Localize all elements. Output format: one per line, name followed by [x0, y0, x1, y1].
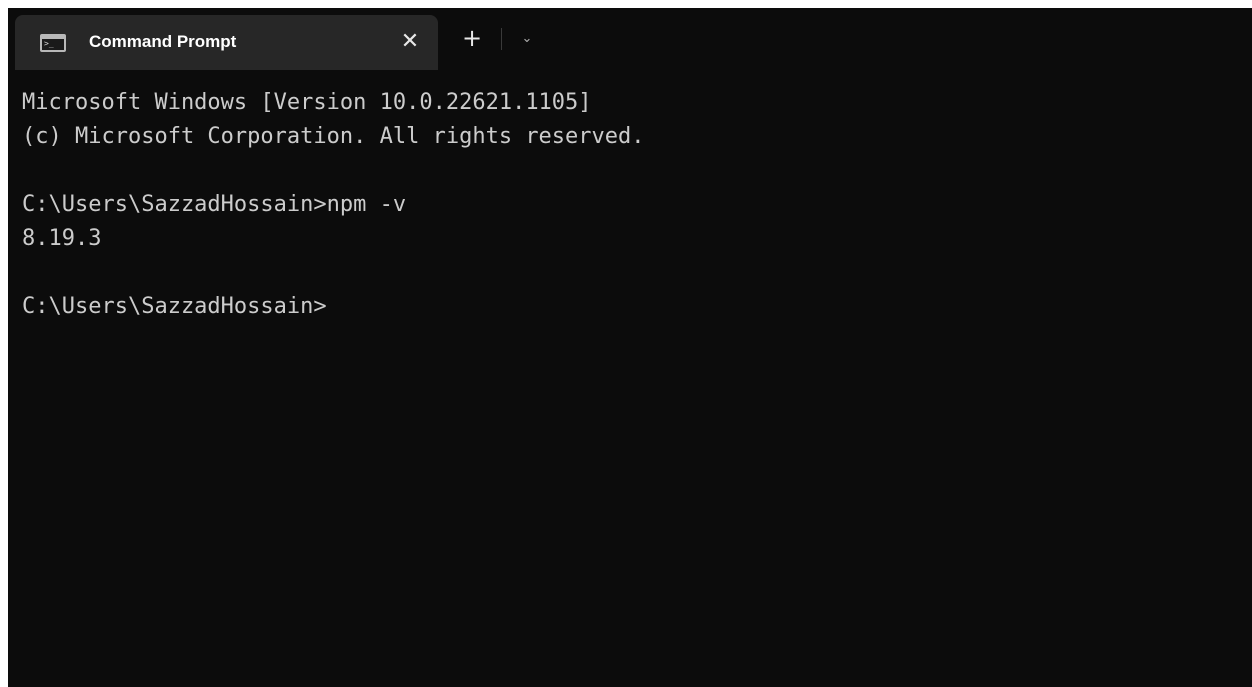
terminal-line: (c) Microsoft Corporation. All rights re… [22, 124, 645, 149]
new-tab-button[interactable]: + [459, 25, 485, 51]
terminal-line: C:\Users\SazzadHossain>npm -v [22, 192, 407, 217]
tab-command-prompt[interactable]: >_ Command Prompt ✕ [15, 15, 438, 70]
tab-divider [501, 28, 502, 50]
title-bar: >_ Command Prompt ✕ + ⌄ [8, 8, 1252, 70]
command-prompt-line[interactable]: C:\Users\SazzadHossain> [22, 290, 1252, 324]
tab-title: Command Prompt [89, 32, 237, 51]
chevron-down-icon[interactable]: ⌄ [516, 26, 538, 52]
terminal-line: Microsoft Windows [Version 10.0.22621.11… [22, 90, 592, 115]
console-icon: >_ [40, 34, 66, 52]
terminal-window: >_ Command Prompt ✕ + ⌄ Microsoft Window… [8, 8, 1252, 687]
close-tab-icon[interactable]: ✕ [397, 29, 423, 55]
terminal-output[interactable]: Microsoft Windows [Version 10.0.22621.11… [8, 70, 1252, 687]
terminal-line: 8.19.3 [22, 226, 102, 251]
